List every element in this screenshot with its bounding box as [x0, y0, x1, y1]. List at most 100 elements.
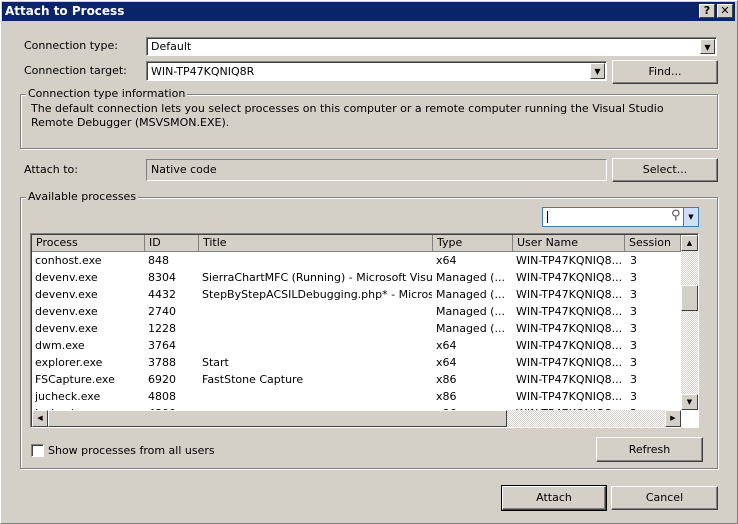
- process-row[interactable]: devenv.exe 8304 SierraChartMFC (Running) -…: [32, 269, 680, 286]
- search-input[interactable]: ⚲ ▼: [542, 207, 699, 227]
- text-cursor: [547, 211, 548, 223]
- cell-process: devenv.exe: [35, 271, 98, 284]
- cell-title: SierraChartMFC (Running) - Microsoft Vis…: [202, 271, 432, 284]
- cell-id: 1228: [148, 322, 176, 335]
- cell-session: 3: [630, 271, 637, 284]
- connection-info-text: The default connection lets you select p…: [31, 102, 664, 129]
- cell-process: explorer.exe: [35, 356, 103, 369]
- scroll-down-button[interactable]: ▼: [681, 394, 698, 410]
- cell-id: 2740: [148, 305, 176, 318]
- connection-target-combo[interactable]: WIN-TP47KQNIQ8R ▼: [146, 61, 607, 81]
- search-icon[interactable]: ⚲: [671, 208, 681, 223]
- column-header-id[interactable]: ID: [145, 235, 199, 252]
- cell-process: devenv.exe: [35, 288, 98, 301]
- cell-process: conhost.exe: [35, 254, 102, 267]
- scroll-up-button[interactable]: ▲: [681, 235, 698, 251]
- horizontal-scrollbar[interactable]: ◀ ▶: [32, 410, 681, 427]
- find-button[interactable]: Find...: [612, 60, 718, 84]
- cell-user-name: WIN-TP47KQNIQ8...: [516, 356, 623, 369]
- cell-process: FSCapture.exe: [35, 373, 115, 386]
- connection-target-label: Connection target:: [24, 64, 127, 77]
- cell-id: 3788: [148, 356, 176, 369]
- cell-id: 8304: [148, 271, 176, 284]
- process-list[interactable]: Process ID Title Type User Name Session …: [30, 233, 699, 428]
- cell-id: 3764: [148, 339, 176, 352]
- cell-user-name: WIN-TP47KQNIQ8...: [516, 373, 623, 386]
- cell-session: 3: [630, 390, 637, 403]
- chevron-down-icon[interactable]: ▼: [700, 39, 715, 54]
- search-dropdown-icon[interactable]: ▼: [683, 208, 698, 226]
- process-row[interactable]: devenv.exe 4432 StepByStepACSILDebugging.p…: [32, 286, 680, 303]
- process-row[interactable]: conhost.exe 848 x64 WIN-TP47KQNIQ8... 3: [32, 252, 680, 269]
- cell-type: Managed (...: [436, 288, 505, 301]
- cell-id: 4808: [148, 390, 176, 403]
- horizontal-scroll-thumb[interactable]: [48, 410, 507, 427]
- cell-user-name: WIN-TP47KQNIQ8...: [516, 339, 623, 352]
- column-header-user-name[interactable]: User Name: [513, 235, 625, 252]
- show-all-users-label[interactable]: Show processes from all users: [48, 444, 215, 457]
- cell-user-name: WIN-TP47KQNIQ8...: [516, 254, 623, 267]
- scroll-left-button[interactable]: ◀: [32, 410, 48, 427]
- cell-id: 848: [148, 254, 169, 267]
- connection-target-value: WIN-TP47KQNIQ8R: [151, 65, 255, 78]
- cell-session: 3: [630, 356, 637, 369]
- attach-to-label: Attach to:: [24, 163, 78, 176]
- cell-title: Start: [202, 356, 229, 369]
- select-button[interactable]: Select...: [612, 158, 718, 182]
- cell-session: 3: [630, 322, 637, 335]
- cell-type: x86: [436, 373, 457, 386]
- cell-process: devenv.exe: [35, 322, 98, 335]
- title-bar: Attach to Process: [2, 2, 735, 21]
- cell-session: 3: [630, 254, 637, 267]
- attach-button[interactable]: Attach: [501, 485, 607, 511]
- window-title: Attach to Process: [5, 4, 125, 18]
- cell-id: 4432: [148, 288, 176, 301]
- cell-process: devenv.exe: [35, 305, 98, 318]
- process-row[interactable]: devenv.exe 1228 Managed (... WIN-TP47KQNIQ8…: [32, 320, 680, 337]
- cell-process: jucheck.exe: [35, 390, 101, 403]
- process-row[interactable]: dwm.exe 3764 x64 WIN-TP47KQNIQ8... 3: [32, 337, 680, 354]
- cell-user-name: WIN-TP47KQNIQ8...: [516, 322, 623, 335]
- refresh-button[interactable]: Refresh: [596, 437, 703, 462]
- cell-type: x64: [436, 339, 457, 352]
- column-header-type[interactable]: Type: [433, 235, 513, 252]
- process-row[interactable]: jucheck.exe 4808 x86 WIN-TP47KQNIQ8... 3: [32, 388, 680, 405]
- vertical-scrollbar[interactable]: ▲ ▼: [681, 235, 698, 410]
- cell-type: Managed (...: [436, 305, 505, 318]
- connection-info-legend: Connection type information: [26, 87, 188, 100]
- cell-session: 3: [630, 373, 637, 386]
- horizontal-scroll-track[interactable]: [507, 410, 665, 427]
- cell-title: FastStone Capture: [202, 373, 304, 386]
- cell-session: 3: [630, 305, 637, 318]
- column-header-process[interactable]: Process: [32, 235, 145, 252]
- process-row[interactable]: explorer.exe 3788 Start x64 WIN-TP47KQNIQ8..…: [32, 354, 680, 371]
- chevron-down-icon[interactable]: ▼: [590, 63, 605, 79]
- attach-to-field: Native code: [146, 159, 607, 181]
- column-header-title[interactable]: Title: [199, 235, 433, 252]
- process-row[interactable]: FSCapture.exe 6920 FastStone Capture x86 WIN…: [32, 371, 680, 388]
- cell-session: 3: [630, 339, 637, 352]
- cell-type: Managed (...: [436, 322, 505, 335]
- connection-type-label: Connection type:: [24, 39, 119, 52]
- connection-type-combo[interactable]: Default ▼: [146, 37, 717, 56]
- available-processes-legend: Available processes: [26, 190, 139, 203]
- column-header-session[interactable]: Session: [625, 235, 681, 252]
- cell-user-name: WIN-TP47KQNIQ8...: [516, 390, 623, 403]
- cell-session: 3: [630, 288, 637, 301]
- scroll-thumb[interactable]: [681, 285, 698, 311]
- cancel-button[interactable]: Cancel: [611, 486, 718, 510]
- help-button[interactable]: ?: [699, 4, 715, 18]
- cell-user-name: WIN-TP47KQNIQ8...: [516, 271, 623, 284]
- cell-type: Managed (...: [436, 271, 505, 284]
- cell-id: 6920: [148, 373, 176, 386]
- connection-type-value: Default: [151, 40, 192, 53]
- cell-user-name: WIN-TP47KQNIQ8...: [516, 305, 623, 318]
- cell-process: dwm.exe: [35, 339, 85, 352]
- cell-type: x86: [436, 390, 457, 403]
- close-button[interactable]: ✕: [717, 4, 733, 18]
- scroll-right-button[interactable]: ▶: [665, 410, 681, 427]
- show-all-users-checkbox[interactable]: [31, 444, 44, 457]
- cell-type: x64: [436, 254, 457, 267]
- cell-user-name: WIN-TP47KQNIQ8...: [516, 288, 623, 301]
- process-row[interactable]: devenv.exe 2740 Managed (... WIN-TP47KQNIQ8…: [32, 303, 680, 320]
